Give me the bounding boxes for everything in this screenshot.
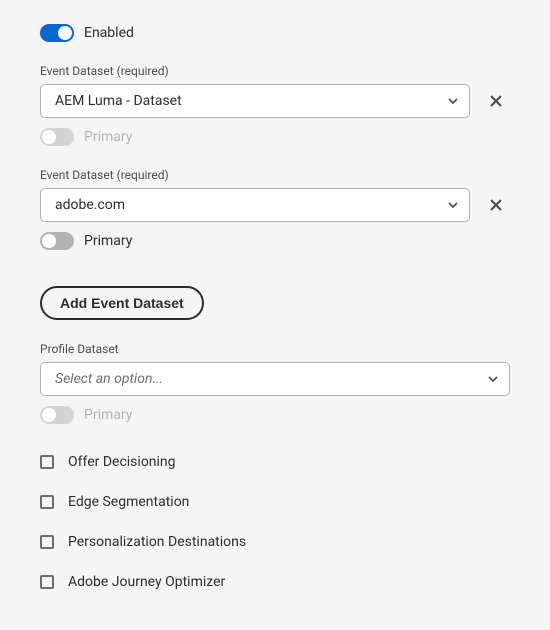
checkbox-label: Adobe Journey Optimizer (68, 574, 225, 590)
profile-primary-toggle (40, 406, 74, 424)
primary-toggle-1 (40, 128, 74, 146)
chevron-down-icon (487, 373, 499, 385)
remove-dataset-button-2[interactable] (482, 191, 510, 219)
adobe-journey-optimizer-checkbox[interactable] (40, 575, 54, 589)
enabled-toggle[interactable] (40, 24, 74, 42)
edge-segmentation-checkbox[interactable] (40, 495, 54, 509)
close-icon (489, 198, 503, 212)
primary-label-1: Primary (84, 129, 132, 145)
event-dataset-select-1[interactable]: AEM Luma - Dataset (40, 84, 470, 118)
profile-primary-label: Primary (84, 407, 132, 423)
event-dataset-label-2: Event Dataset (required) (40, 168, 510, 182)
enabled-label: Enabled (84, 25, 134, 41)
close-icon (489, 94, 503, 108)
select-value: adobe.com (55, 197, 125, 213)
event-dataset-select-2[interactable]: adobe.com (40, 188, 470, 222)
event-dataset-label-1: Event Dataset (required) (40, 64, 510, 78)
primary-toggle-2[interactable] (40, 232, 74, 250)
chevron-down-icon (447, 199, 459, 211)
checkbox-label: Personalization Destinations (68, 534, 246, 550)
select-placeholder: Select an option... (55, 371, 163, 387)
checkbox-label: Edge Segmentation (68, 494, 189, 510)
add-event-dataset-button[interactable]: Add Event Dataset (40, 286, 204, 320)
remove-dataset-button-1[interactable] (482, 87, 510, 115)
chevron-down-icon (447, 95, 459, 107)
primary-label-2: Primary (84, 233, 132, 249)
select-value: AEM Luma - Dataset (55, 93, 182, 109)
checkbox-label: Offer Decisioning (68, 454, 176, 470)
personalization-destinations-checkbox[interactable] (40, 535, 54, 549)
profile-dataset-label: Profile Dataset (40, 342, 510, 356)
profile-dataset-select[interactable]: Select an option... (40, 362, 510, 396)
offer-decisioning-checkbox[interactable] (40, 455, 54, 469)
